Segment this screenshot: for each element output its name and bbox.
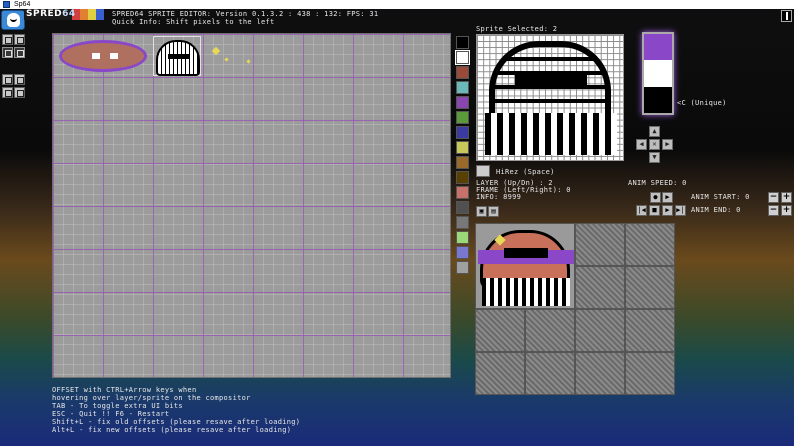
sparkle-icon (211, 46, 221, 56)
palette-swatch[interactable] (456, 126, 469, 139)
active-color-swatch[interactable] (644, 60, 672, 87)
preview-cell[interactable] (575, 309, 625, 352)
anim-end-plus-button[interactable]: + (781, 205, 792, 216)
compositor-canvas[interactable] (52, 33, 451, 378)
palette-swatch[interactable] (456, 96, 469, 109)
palette-swatch[interactable] (456, 261, 469, 274)
window-title: Sp64 (14, 1, 31, 8)
anim-end-minus-button[interactable]: − (768, 205, 779, 216)
step-button[interactable]: ▶ (662, 192, 673, 203)
anim-start-minus-button[interactable]: − (768, 192, 779, 203)
preview-cell[interactable] (575, 266, 625, 309)
shift-down-button[interactable]: ▼ (649, 152, 660, 163)
palette-swatch[interactable] (456, 186, 469, 199)
palette-swatch[interactable] (455, 50, 470, 65)
preview-cell[interactable] (525, 352, 575, 395)
sprite-thumb-muffin[interactable] (153, 36, 201, 76)
copy-icon[interactable] (2, 74, 13, 85)
mode-icon[interactable] (476, 165, 490, 177)
window-titlebar: Sp64 (0, 0, 794, 9)
muffin-glasses (515, 73, 587, 87)
palette-swatch[interactable] (456, 216, 469, 229)
help-text: OFFSET with CTRL+Arrow keys when hoverin… (52, 386, 300, 434)
new-sprite-icon[interactable] (2, 34, 13, 45)
color-palette (455, 36, 470, 276)
shift-right-button[interactable]: ▶ (662, 139, 673, 150)
save-icon[interactable] (2, 47, 13, 58)
help-line: Alt+L - fix new offsets (please resave a… (52, 426, 292, 434)
palette-swatch[interactable] (456, 246, 469, 259)
preview-cell[interactable] (625, 309, 675, 352)
info-label: INFO: 8999 (476, 193, 522, 201)
preview-muffin-glasses (504, 248, 548, 258)
frame-copy-icon[interactable]: ▣ (476, 206, 487, 217)
anim-end-label: ANIM END: 0 (691, 206, 741, 214)
preview-cell[interactable] (625, 352, 675, 395)
load-icon[interactable] (14, 47, 25, 58)
shift-center-button[interactable]: ✕ (649, 139, 660, 150)
palette-swatch[interactable] (456, 66, 469, 79)
active-color-swatch[interactable] (644, 86, 672, 113)
color-mode-label: <C (Unique) (677, 99, 727, 107)
preview-cell-main[interactable] (475, 223, 575, 309)
layer-preview-grid (475, 223, 675, 395)
preview-cell[interactable] (575, 223, 625, 266)
app-icon (3, 1, 10, 8)
shift-up-button[interactable]: ▲ (649, 126, 660, 137)
preview-cell[interactable] (475, 309, 525, 352)
pizza-sprite (59, 40, 147, 72)
palette-swatch[interactable] (456, 201, 469, 214)
paste-icon[interactable] (14, 74, 25, 85)
preview-cell[interactable] (625, 266, 675, 309)
palette-swatch[interactable] (456, 81, 469, 94)
anim-start-label: ANIM START: 0 (691, 193, 750, 201)
sprite-thumb-sparkle[interactable] (205, 36, 253, 76)
sprite-pixel-editor[interactable] (476, 34, 624, 161)
record-button[interactable]: ● (650, 192, 661, 203)
sprite-selected-label: Sprite Selected: 2 (476, 25, 558, 33)
help-line: TAB - To toggle extra UI bits (52, 402, 183, 410)
help-line: OFFSET with CTRL+Arrow keys when (52, 386, 197, 394)
active-color-swatch[interactable] (644, 34, 672, 61)
anim-speed-label: ANIM SPEED: 0 (628, 179, 687, 187)
active-colors[interactable] (642, 32, 674, 115)
help-line: hovering over layer/sprite on the compos… (52, 394, 251, 402)
palette-swatch[interactable] (456, 141, 469, 154)
palette-swatch[interactable] (456, 156, 469, 169)
help-line: ESC - Quit !! F6 - Restart (52, 410, 170, 418)
preview-cell[interactable] (575, 352, 625, 395)
anim-start-plus-button[interactable]: + (781, 192, 792, 203)
palette-swatch[interactable] (456, 231, 469, 244)
close-icon[interactable] (781, 10, 792, 22)
mode-label: HiRez (Space) (496, 168, 555, 176)
palette-swatch[interactable] (456, 36, 469, 49)
sparkle-icon (224, 57, 229, 62)
preview-cell[interactable] (525, 309, 575, 352)
open-icon[interactable] (14, 34, 25, 45)
palette-swatch[interactable] (456, 111, 469, 124)
help-line: Shift+L - fix old offsets (please resave… (52, 418, 301, 426)
preview-cell[interactable] (475, 352, 525, 395)
muffin-sprite (156, 40, 200, 76)
shift-left-button[interactable]: ◀ (636, 139, 647, 150)
rotate-icon[interactable] (14, 87, 25, 98)
play-button[interactable]: ▶ (662, 205, 673, 216)
sprite-thumb-pizza[interactable] (55, 36, 147, 76)
muffin-beard (485, 113, 617, 155)
flip-icon[interactable] (2, 87, 13, 98)
avatar-icon[interactable] (1, 10, 25, 30)
sparkle-icon (246, 59, 251, 64)
preview-cell[interactable] (625, 223, 675, 266)
frame-paste-icon[interactable]: ▤ (488, 206, 499, 217)
preview-muffin-beard (482, 278, 570, 306)
stop-button[interactable]: ■ (649, 205, 660, 216)
last-frame-button[interactable]: ▶| (675, 205, 686, 216)
quick-info: Quick Info: Shift pixels to the left (112, 18, 275, 26)
header-title: SPRED64 SPRITE EDITOR: Version 0.1.3.2 :… (112, 10, 379, 18)
first-frame-button[interactable]: |◀ (636, 205, 647, 216)
palette-swatch[interactable] (456, 171, 469, 184)
app-logo: SPRED64 (24, 9, 104, 20)
